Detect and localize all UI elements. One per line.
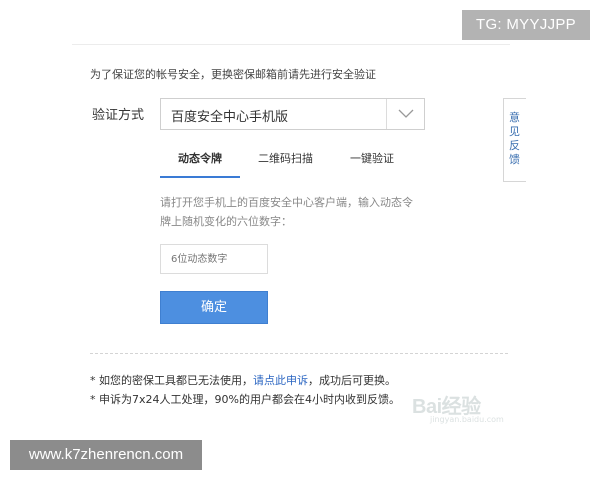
verification-method-label: 验证方式 [92,108,145,123]
top-divider [72,44,510,45]
watermark-tg: TG: MYYJJPP [462,10,590,40]
tab-one-click-verify[interactable]: 一键验证 [350,150,394,178]
security-notice: 为了保证您的帐号安全，更换密保邮箱前请先进行安全验证 [90,68,376,81]
tab-dynamic-token[interactable]: 动态令牌 [160,150,240,178]
verification-method-select[interactable]: 百度安全中心手机版 [160,98,425,130]
appeal-processing-note: * 申诉为7x24人工处理，90%的用户都会在4小时内收到反馈。 [90,393,400,406]
watermark-url: www.k7zhenrencn.com [10,440,202,470]
baidu-jingyan-url: jingyan.baidu.com [430,415,504,424]
appeal-note-suffix: ，成功后可更换。 [308,374,396,387]
appeal-note-prefix: * 如您的密保工具都已无法使用， [90,374,253,387]
confirm-button[interactable]: 确定 [160,291,268,324]
dynamic-code-input[interactable] [160,244,268,274]
feedback-label: 意见反馈 [509,111,520,166]
verification-tabs: 动态令牌 二维码扫描 一键验证 [160,150,420,178]
baidu-jingyan-watermark: Bai经验 jingyan.baidu.com [412,386,504,430]
tab-qr-scan[interactable]: 二维码扫描 [258,150,313,178]
appeal-link[interactable]: 请点此申诉 [253,374,308,387]
token-hint-text: 请打开您手机上的百度安全中心客户端，输入动态令牌上随机变化的六位数字： [160,196,413,228]
feedback-tab[interactable]: 意见反馈 [503,98,526,182]
chevron-down-icon[interactable] [386,99,424,129]
verification-method-value: 百度安全中心手机版 [171,110,289,125]
appeal-note: * 如您的密保工具都已无法使用，请点此申诉，成功后可更换。 [90,372,396,388]
section-divider [90,353,508,354]
